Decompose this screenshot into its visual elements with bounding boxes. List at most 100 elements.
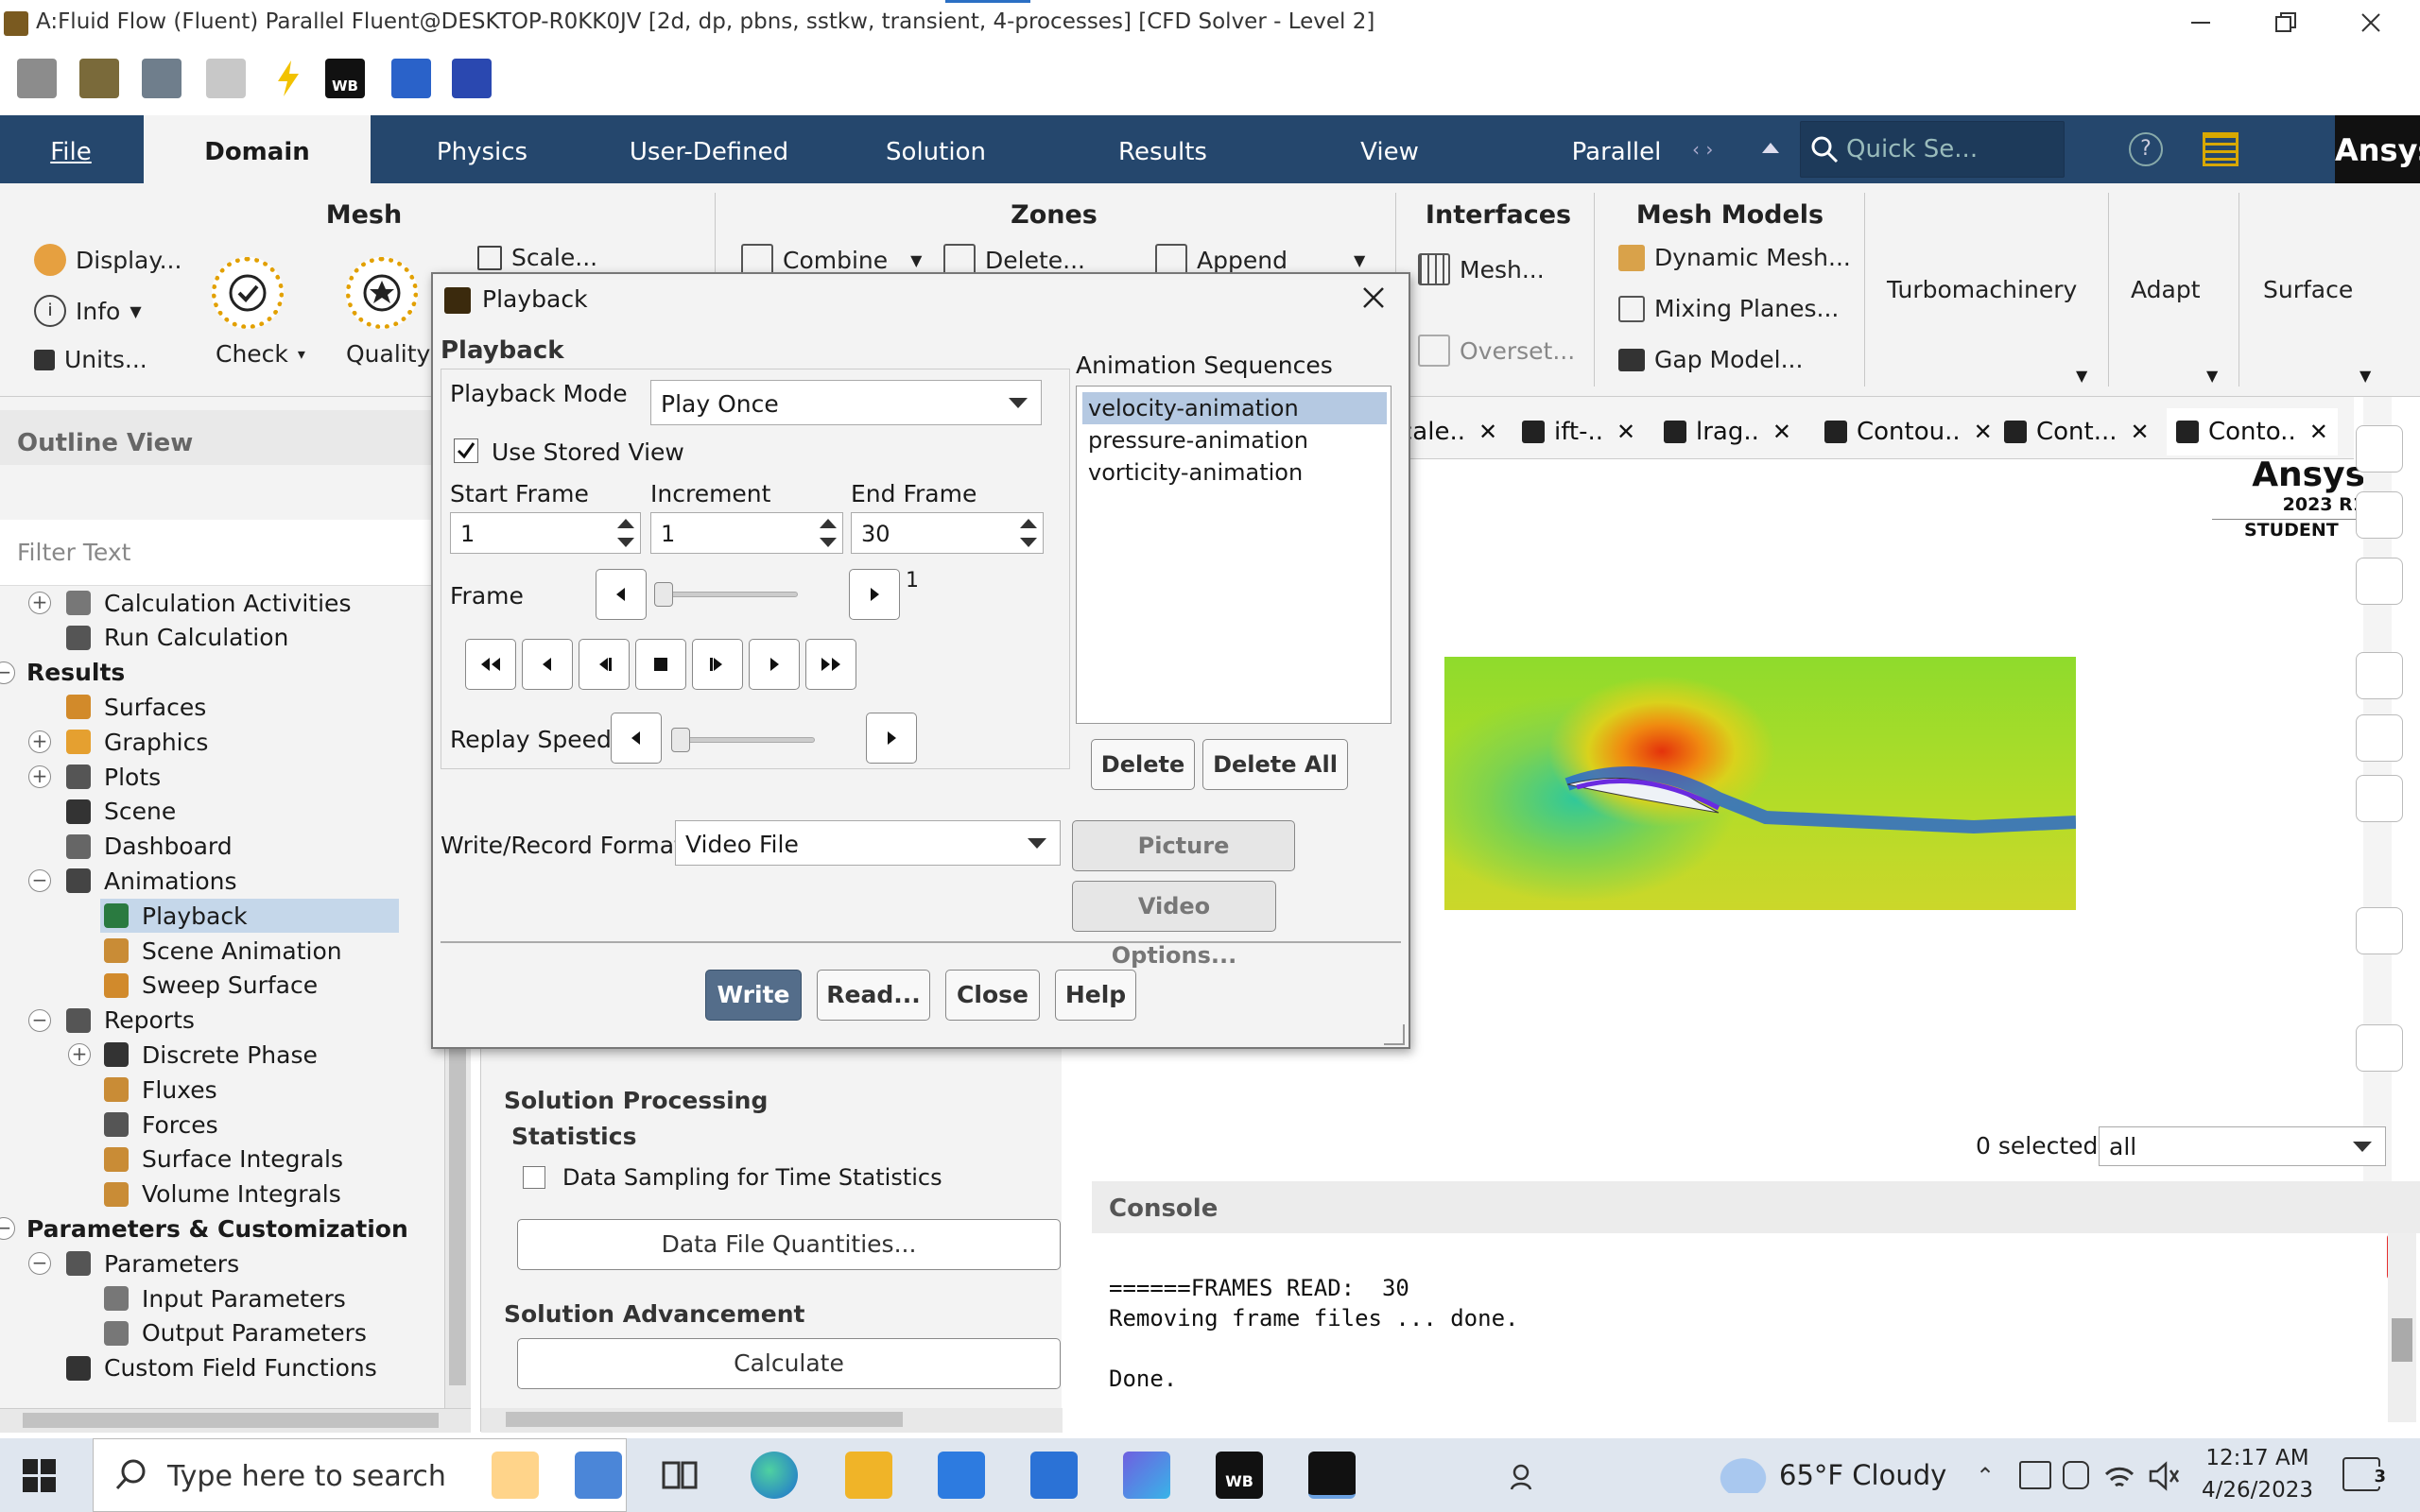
scale-button[interactable]: Scale... [477, 244, 597, 271]
hide-icon[interactable] [2356, 714, 2403, 762]
collapse-icon[interactable]: − [0, 1217, 15, 1241]
tab-scroll-icon[interactable]: ‹ › [1692, 138, 1713, 161]
file-explorer-icon[interactable] [845, 1452, 892, 1499]
parallel-icon[interactable] [391, 59, 431, 98]
skip-to-end-button[interactable] [805, 639, 856, 690]
expand-icon[interactable]: + [28, 592, 51, 614]
play-reverse-button[interactable] [522, 639, 573, 690]
tree-item-surfaces[interactable]: Surfaces [66, 690, 206, 724]
notification-icon[interactable]: 3 [2342, 1457, 2386, 1491]
check-icon[interactable] [212, 257, 284, 329]
skip-to-start-button[interactable] [465, 639, 516, 690]
refresh-icon[interactable] [206, 59, 246, 98]
fit-to-window-icon[interactable] [2356, 425, 2403, 472]
combine-button[interactable]: Combine ▼ [741, 244, 922, 276]
wifi-icon[interactable] [2102, 1459, 2136, 1491]
taskbar-search-input[interactable]: Type here to search [93, 1438, 627, 1512]
adapt-button[interactable]: Adapt [2131, 276, 2201, 303]
people-icon[interactable] [1509, 1463, 1537, 1491]
quality-button[interactable]: Quality [346, 340, 430, 368]
tab-domain[interactable]: Domain [144, 115, 371, 183]
tree-item-input-parameters[interactable]: Input Parameters [104, 1281, 346, 1315]
delete-all-button[interactable]: Delete All [1202, 739, 1348, 790]
layers-icon[interactable] [2356, 775, 2403, 822]
calculate-button[interactable]: Calculate [517, 1338, 1061, 1389]
spin-up-icon[interactable] [820, 519, 837, 528]
copy-icon[interactable] [2356, 1024, 2403, 1072]
step-back-button[interactable] [579, 639, 630, 690]
tree-item-graphics[interactable]: Graphics [66, 725, 208, 759]
tree-item-results[interactable]: Results [26, 656, 125, 690]
view-icon[interactable] [2356, 652, 2403, 699]
store-icon[interactable] [938, 1452, 985, 1499]
collapse-icon[interactable]: − [0, 661, 15, 684]
graphics-tab[interactable]: cale.. ✕ [1399, 408, 1497, 455]
tree-item-plots[interactable]: Plots [66, 760, 161, 794]
zoom-icon[interactable] [2356, 558, 2403, 605]
help-button[interactable]: Help [1055, 970, 1136, 1021]
hscrollbar-thumb[interactable] [23, 1413, 439, 1428]
chevron-down-icon[interactable]: ▼ [2360, 367, 2371, 385]
spin-down-icon[interactable] [1020, 538, 1037, 547]
selection-filter-select[interactable]: all [2099, 1126, 2386, 1166]
tree-item-volume-integrals[interactable]: Volume Integrals [104, 1177, 341, 1211]
tree-item-animations[interactable]: Animations [66, 864, 236, 898]
turbomachinery-button[interactable]: Turbomachinery [1887, 276, 2077, 303]
frame-slider-track[interactable] [656, 592, 798, 597]
overset-button[interactable]: Overset... [1418, 335, 1575, 367]
graphics-tab[interactable]: ift-.. ✕ [1522, 408, 1635, 455]
close-tab-icon[interactable]: ✕ [1478, 419, 1497, 445]
increment-spinner[interactable]: 1 [650, 512, 843, 554]
end-frame-spinner[interactable]: 30 [851, 512, 1044, 554]
chevron-down-icon[interactable]: ▼ [2206, 367, 2218, 385]
video-options-button[interactable]: Video Options... [1072, 881, 1276, 969]
data-icon[interactable] [142, 59, 182, 98]
close-tab-icon[interactable]: ✕ [1616, 419, 1635, 445]
close-tab-icon[interactable]: ✕ [1974, 419, 1993, 445]
read-button[interactable]: Read... [817, 970, 930, 1021]
collapse-icon[interactable]: − [28, 1008, 51, 1032]
moe-icon[interactable] [452, 59, 492, 98]
info-button[interactable]: i Info ▼ [34, 295, 142, 327]
workbench-taskbar-icon[interactable]: WB [1216, 1452, 1263, 1499]
tree-item-playback[interactable]: Playback [104, 899, 248, 933]
list-item[interactable]: pressure-animation [1082, 424, 1387, 456]
tab-file[interactable]: File [19, 115, 123, 183]
tab-physics[interactable]: Physics [397, 115, 567, 183]
tree-item-parameters[interactable]: Parameters [66, 1246, 239, 1280]
tree-item-scene-animation[interactable]: Scene Animation [104, 934, 342, 968]
write-button[interactable]: Write [705, 970, 802, 1021]
gap-model-button[interactable]: Gap Model... [1618, 346, 1803, 373]
frame-next-button[interactable] [849, 569, 900, 620]
interfaces-mesh-button[interactable]: Mesh... [1418, 253, 1545, 285]
graphics-tab[interactable]: Contou.. ✕ [1824, 408, 1993, 455]
tab-view[interactable]: View [1314, 115, 1465, 183]
hscrollbar-thumb[interactable] [506, 1412, 903, 1427]
quality-icon[interactable] [346, 257, 418, 329]
workbench-icon[interactable]: WB [325, 59, 365, 98]
read-case-icon[interactable] [17, 59, 57, 98]
tree-item-output-parameters[interactable]: Output Parameters [104, 1316, 367, 1350]
replay-speed-thumb[interactable] [671, 728, 690, 752]
chevron-down-icon[interactable]: ▼ [2076, 367, 2087, 385]
tab-results[interactable]: Results [1078, 115, 1248, 183]
data-sampling-checkbox[interactable] [523, 1166, 545, 1189]
close-tab-icon[interactable]: ✕ [1772, 419, 1791, 445]
append-button[interactable]: Append ▼ [1155, 244, 1365, 276]
stop-button[interactable] [635, 639, 686, 690]
minimize-icon[interactable] [2168, 0, 2234, 45]
list-item[interactable]: velocity-animation [1082, 392, 1387, 424]
start-frame-spinner[interactable]: 1 [450, 512, 641, 554]
expand-icon[interactable]: + [68, 1043, 91, 1067]
console-scrollbar[interactable] [2388, 1233, 2416, 1422]
collapse-ribbon-icon[interactable] [1760, 138, 1781, 157]
dialog-close-icon[interactable] [1359, 284, 1388, 312]
close-tab-icon[interactable]: ✕ [2309, 419, 2328, 445]
battery-icon[interactable] [2019, 1461, 2051, 1489]
surface-button[interactable]: Surface [2263, 276, 2353, 303]
units-button[interactable]: Units... [34, 346, 147, 373]
play-button[interactable] [749, 639, 800, 690]
tree-item-surface-integrals[interactable]: Surface Integrals [104, 1143, 343, 1177]
spin-up-icon[interactable] [1020, 519, 1037, 528]
task-view-icon[interactable] [656, 1452, 703, 1499]
